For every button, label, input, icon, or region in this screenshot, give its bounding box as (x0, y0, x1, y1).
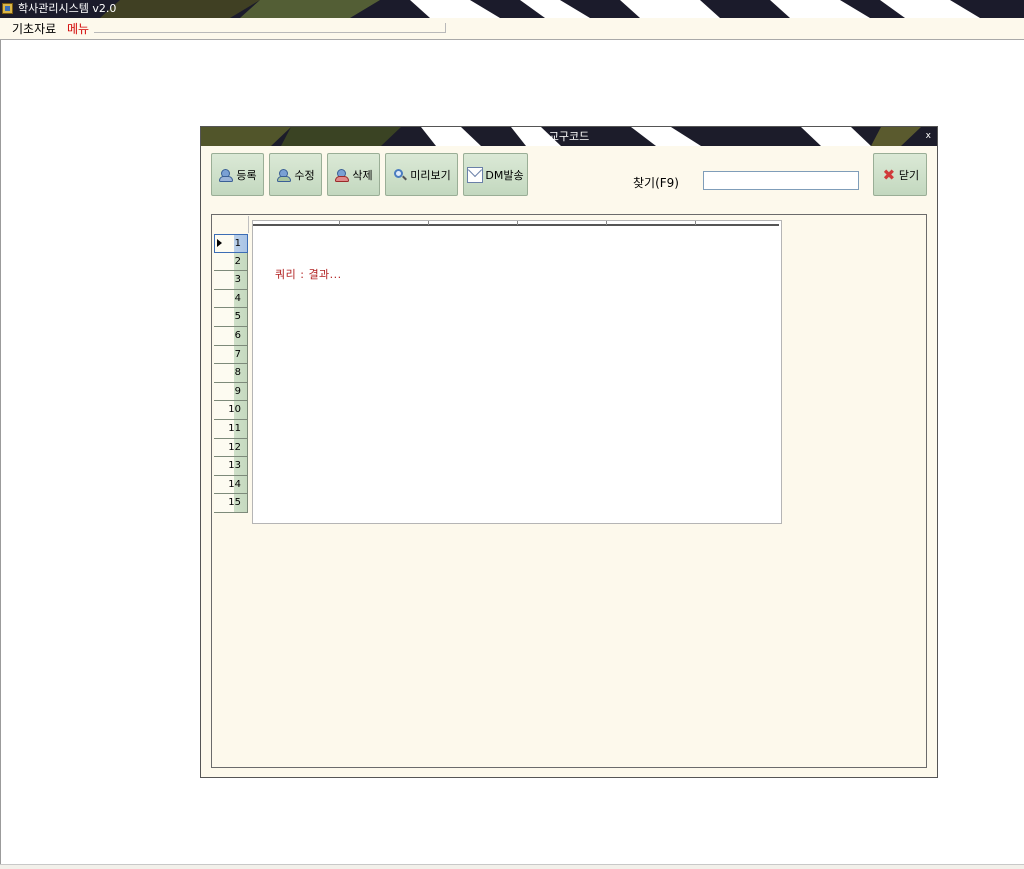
query-result-text: 쿼리 : 결과... (275, 268, 342, 281)
person-edit-icon (276, 167, 292, 183)
row-header[interactable]: 2 (214, 252, 248, 272)
row-header[interactable]: 10 (214, 401, 248, 420)
column-divider[interactable] (517, 221, 518, 225)
row-headers: 1 2 3 4 5 6 7 8 9 10 11 12 13 14 15 (214, 234, 248, 513)
row-header[interactable]: 14 (214, 475, 248, 495)
column-divider[interactable] (428, 221, 429, 225)
grid-body[interactable]: 쿼리 : 결과... (252, 220, 782, 524)
child-window-tool-code: 교구코드 x 등록 수정 삭제 미리보기 DM발송 찾기(F9) ✖ 닫기 12… (200, 126, 938, 778)
child-window-title: 교구코드 (548, 130, 590, 143)
current-row-pointer-icon (217, 239, 222, 247)
row-header[interactable]: 11 (214, 419, 248, 439)
titlebar-decoration (0, 0, 1024, 18)
row-header[interactable]: 1 (214, 234, 248, 253)
delete-button-label: 삭제 (352, 168, 373, 182)
menu-strip (94, 23, 446, 33)
child-close-icon[interactable]: x (926, 131, 931, 142)
row-header[interactable]: 9 (214, 382, 248, 402)
row-header[interactable]: 5 (214, 308, 248, 327)
search-input[interactable] (703, 171, 859, 190)
dm-send-button[interactable]: DM발송 (463, 153, 528, 196)
delete-button[interactable]: 삭제 (327, 153, 380, 196)
row-header[interactable]: 12 (214, 438, 248, 458)
status-strip (0, 864, 1024, 869)
row-header[interactable]: 6 (214, 326, 248, 346)
magnifier-icon (392, 167, 408, 183)
app-titlebar: 학사관리시스템 v2.0 (0, 0, 1024, 18)
row-header[interactable]: 4 (214, 289, 248, 309)
preview-button[interactable]: 미리보기 (385, 153, 458, 196)
dm-send-button-label: DM발송 (485, 168, 524, 182)
row-number: 1 (234, 238, 241, 249)
row-header[interactable]: 3 (214, 271, 248, 290)
search-label: 찾기(F9) (633, 176, 679, 190)
child-titlebar[interactable]: 교구코드 x (201, 127, 937, 146)
grid-header-line (253, 221, 779, 226)
close-x-icon: ✖ (882, 165, 896, 184)
row-header[interactable]: 8 (214, 364, 248, 383)
row-header[interactable]: 7 (214, 345, 248, 365)
column-divider[interactable] (606, 221, 607, 225)
grid-corner (214, 216, 249, 233)
edit-button-label: 수정 (294, 168, 315, 182)
edit-button[interactable]: 수정 (269, 153, 322, 196)
person-add-icon (218, 167, 234, 183)
person-delete-icon (334, 167, 350, 183)
column-divider[interactable] (339, 221, 340, 225)
register-button[interactable]: 등록 (211, 153, 264, 196)
mail-icon (467, 166, 484, 183)
app-title: 학사관리시스템 v2.0 (18, 2, 117, 15)
row-header[interactable]: 13 (214, 457, 248, 476)
data-grid[interactable]: 1 2 3 4 5 6 7 8 9 10 11 12 13 14 15 쿼리 : 결과... (211, 214, 927, 768)
app-icon (2, 3, 13, 14)
preview-button-label: 미리보기 (410, 168, 451, 182)
menubar: 기초자료 메뉴 (0, 18, 1024, 40)
column-divider[interactable] (695, 221, 696, 225)
register-button-label: 등록 (236, 168, 257, 182)
row-header[interactable]: 15 (214, 494, 248, 513)
menu-menu[interactable]: 메뉴 (67, 22, 89, 36)
close-button[interactable]: ✖ 닫기 (873, 153, 927, 196)
menu-basic-data[interactable]: 기초자료 (12, 22, 56, 36)
close-button-label: 닫기 (898, 168, 920, 182)
